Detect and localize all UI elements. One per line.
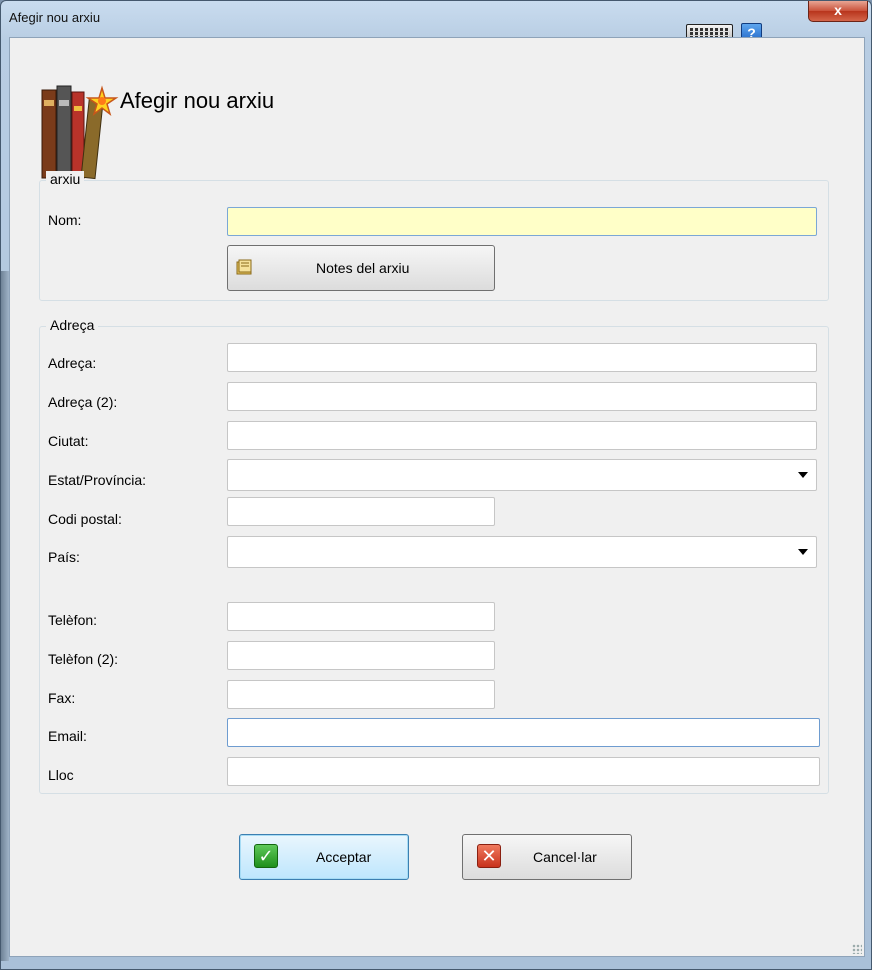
title-bar[interactable]: Afegir nou arxiu ? x: [1, 1, 871, 44]
telefon-input[interactable]: [227, 602, 495, 631]
acceptar-button[interactable]: ✓ Acceptar: [239, 834, 409, 880]
email-input[interactable]: [227, 718, 820, 747]
notes-del-arxiu-button[interactable]: Notes del arxiu: [227, 245, 495, 291]
page-title: Afegir nou arxiu: [120, 88, 275, 113]
arxiu-legend: arxiu: [46, 171, 85, 187]
adreca2-input[interactable]: [227, 382, 817, 411]
telefon-label: Telèfon:: [48, 612, 98, 628]
estat-select[interactable]: [227, 459, 817, 491]
lloc-label: Lloc: [48, 767, 74, 783]
fax-label: Fax:: [48, 690, 76, 706]
adreca2-label: Adreça (2):: [48, 394, 118, 410]
ciutat-label: Ciutat:: [48, 433, 89, 449]
lloc-input[interactable]: [227, 757, 820, 786]
telefon2-label: Telèfon (2):: [48, 651, 119, 667]
adreca-input[interactable]: [227, 343, 817, 372]
fax-input[interactable]: [227, 680, 495, 709]
close-icon[interactable]: x: [808, 1, 868, 22]
codi-postal-label: Codi postal:: [48, 511, 122, 527]
pais-select[interactable]: [227, 536, 817, 568]
codi-postal-input[interactable]: [227, 497, 495, 526]
email-label: Email:: [48, 728, 87, 744]
cancellar-label: Cancel·lar: [533, 849, 597, 865]
adreca-label: Adreça:: [48, 355, 97, 371]
resize-grip-icon[interactable]: [852, 944, 862, 954]
nom-label: Nom:: [48, 212, 82, 228]
dialog-window: Afegir nou arxiu ? x Afegir nou arxiu ar…: [0, 0, 872, 970]
ciutat-input[interactable]: [227, 421, 817, 450]
notes-button-label: Notes del arxiu: [316, 260, 410, 276]
cancellar-button[interactable]: ✕ Cancel·lar: [462, 834, 632, 880]
folder-icon: [236, 259, 252, 275]
check-icon: ✓: [254, 844, 278, 868]
estat-label: Estat/Província:: [48, 472, 147, 488]
acceptar-label: Acceptar: [316, 849, 372, 865]
cancel-icon: ✕: [477, 844, 501, 868]
window-title: Afegir nou arxiu: [9, 10, 101, 25]
nom-input[interactable]: [227, 207, 817, 236]
chevron-down-icon: [798, 472, 808, 478]
window-edge: [1, 271, 9, 961]
pais-label: País:: [48, 549, 80, 565]
chevron-down-icon: [798, 549, 808, 555]
adreca-legend: Adreça: [46, 317, 99, 333]
dialog-client-area: Afegir nou arxiu arxiu Nom: Notes del ar…: [9, 37, 865, 957]
telefon2-input[interactable]: [227, 641, 495, 670]
